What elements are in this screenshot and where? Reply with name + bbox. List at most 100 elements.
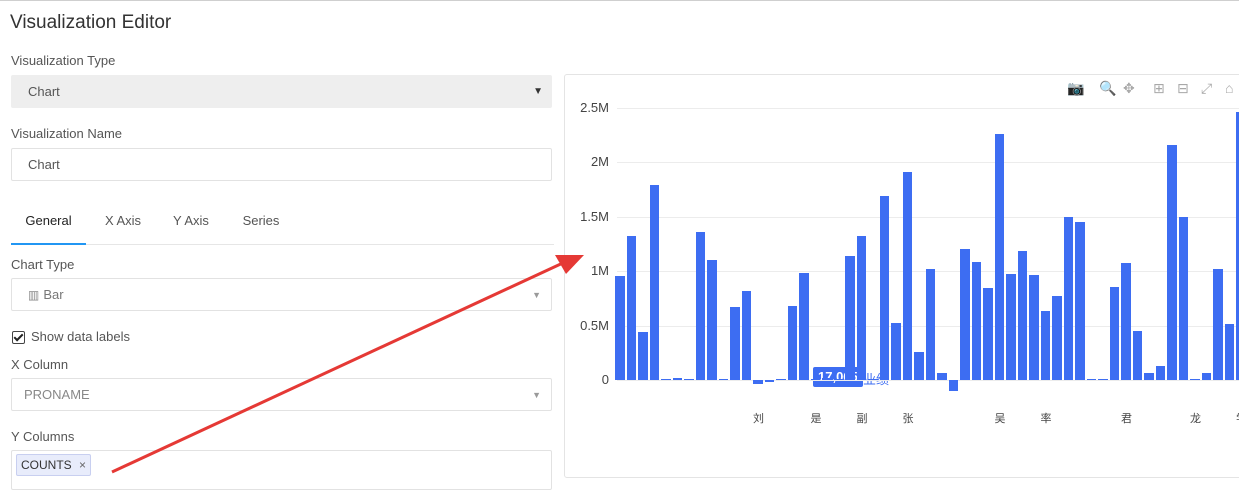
- bar[interactable]: [925, 268, 935, 380]
- bar[interactable]: [684, 379, 694, 380]
- bar[interactable]: [983, 288, 993, 380]
- show-labels-checkbox[interactable]: [12, 331, 25, 344]
- page-title: Visualization Editor: [10, 12, 172, 33]
- bar[interactable]: [994, 133, 1004, 380]
- bar[interactable]: [810, 379, 820, 380]
- tab-y-axis[interactable]: Y Axis: [163, 203, 219, 243]
- bar[interactable]: [1201, 373, 1211, 380]
- zoom-in-icon[interactable]: ⊞: [1153, 80, 1165, 97]
- bar[interactable]: [856, 236, 866, 380]
- y-columns-label: Y Columns: [11, 429, 75, 444]
- bar[interactable]: [1167, 144, 1177, 380]
- bar[interactable]: [1224, 324, 1234, 380]
- y-tick-label: 1M: [590, 263, 609, 278]
- bar[interactable]: [1144, 373, 1154, 380]
- bar[interactable]: [707, 260, 717, 380]
- bar[interactable]: [787, 305, 797, 380]
- caret-down-icon: ▼: [532, 290, 541, 300]
- bar[interactable]: [615, 276, 625, 380]
- bar[interactable]: [626, 236, 636, 380]
- bar[interactable]: [1063, 216, 1073, 380]
- bar[interactable]: [971, 262, 981, 380]
- visualization-type-label: Visualization Type: [11, 53, 116, 68]
- x-tick-label: 刘: [753, 413, 764, 425]
- zoom-out-icon[interactable]: ⊟: [1177, 80, 1189, 97]
- bar[interactable]: [1052, 296, 1062, 380]
- bar[interactable]: [649, 184, 659, 380]
- show-labels-label: Show data labels: [31, 329, 131, 344]
- bar[interactable]: [845, 255, 855, 380]
- bar[interactable]: [960, 249, 970, 380]
- x-tick-label: 是: [810, 413, 822, 425]
- tab-series[interactable]: Series: [233, 203, 289, 243]
- bar[interactable]: [937, 373, 947, 380]
- autoscale-icon[interactable]: ⤢: [1201, 80, 1212, 97]
- bar[interactable]: [1075, 221, 1085, 380]
- bar[interactable]: [879, 195, 889, 380]
- visualization-type-value: Chart: [28, 84, 60, 99]
- y-column-chip-label: COUNTS: [21, 458, 72, 472]
- y-column-chip: COUNTS ×: [16, 454, 92, 476]
- bar[interactable]: [718, 379, 728, 380]
- visualization-name-input[interactable]: Chart: [11, 148, 552, 181]
- y-tick-label: 2.5M: [580, 99, 609, 115]
- bar[interactable]: [822, 378, 832, 380]
- x-column-select[interactable]: PRONAME ▼: [11, 378, 552, 411]
- visualization-name-label: Visualization Name: [11, 126, 123, 141]
- bar[interactable]: [914, 351, 924, 380]
- grid-line: [617, 380, 1239, 381]
- x-tick-label: 君: [1121, 413, 1132, 425]
- x-column-value: PRONAME: [24, 387, 90, 402]
- bar[interactable]: [902, 171, 912, 380]
- bar[interactable]: [1155, 365, 1165, 380]
- x-tick-label: 副: [856, 413, 868, 425]
- top-divider: [0, 0, 1239, 1]
- bar[interactable]: [661, 379, 671, 380]
- camera-icon[interactable]: 📷: [1067, 80, 1084, 97]
- grid-line: [617, 107, 1239, 109]
- y-tick-label: 1.5M: [580, 208, 609, 224]
- bar[interactable]: [1040, 311, 1050, 380]
- x-tick-label: 吴: [994, 413, 1006, 425]
- tab-x-axis[interactable]: X Axis: [95, 203, 151, 243]
- bar[interactable]: [891, 323, 901, 380]
- bar[interactable]: [948, 380, 958, 391]
- bar[interactable]: [1132, 330, 1142, 380]
- y-columns-select[interactable]: [11, 450, 552, 490]
- bar[interactable]: [1017, 251, 1027, 380]
- home-icon[interactable]: ⌂: [1225, 80, 1233, 96]
- bar[interactable]: [1098, 379, 1108, 380]
- bar[interactable]: [1213, 268, 1223, 380]
- bar[interactable]: [695, 231, 705, 380]
- bar[interactable]: [764, 380, 774, 383]
- bar[interactable]: [730, 306, 740, 380]
- bar[interactable]: [1109, 287, 1119, 380]
- bar[interactable]: [1086, 379, 1096, 380]
- bar[interactable]: [638, 332, 648, 380]
- chart-type-value: Bar: [43, 287, 64, 302]
- pan-icon[interactable]: ✥: [1123, 80, 1135, 97]
- bar[interactable]: [868, 379, 878, 380]
- bar[interactable]: [1178, 216, 1188, 380]
- x-tick-label: 率: [1040, 413, 1052, 425]
- bar[interactable]: [833, 379, 843, 380]
- chart-type-select[interactable]: ▥ Bar ▼: [11, 278, 552, 311]
- tab-general[interactable]: General: [11, 203, 86, 245]
- bar[interactable]: [1121, 263, 1131, 380]
- chart-panel: 📷 🔍 ✥ ⊞ ⊟ ⤢ ⌂ 17,065 业绩 2.5M 2M 1.5M 1M 0.5M…: [564, 74, 1239, 478]
- visualization-type-select[interactable]: Chart ▼: [11, 75, 552, 108]
- caret-down-icon: ▼: [533, 86, 543, 97]
- bar[interactable]: [1006, 274, 1016, 380]
- y-tick-label: 2M: [590, 154, 609, 169]
- bar[interactable]: [672, 377, 682, 380]
- bar[interactable]: [1190, 379, 1200, 380]
- bar[interactable]: [753, 380, 763, 385]
- grid-line: [617, 162, 1239, 163]
- grid-line: [617, 216, 1239, 218]
- bar[interactable]: [741, 290, 751, 380]
- bar[interactable]: [776, 379, 786, 380]
- bar[interactable]: [799, 273, 809, 380]
- chip-remove-icon[interactable]: ×: [79, 458, 86, 472]
- zoom-icon[interactable]: 🔍: [1099, 80, 1116, 97]
- bar[interactable]: [1029, 275, 1039, 380]
